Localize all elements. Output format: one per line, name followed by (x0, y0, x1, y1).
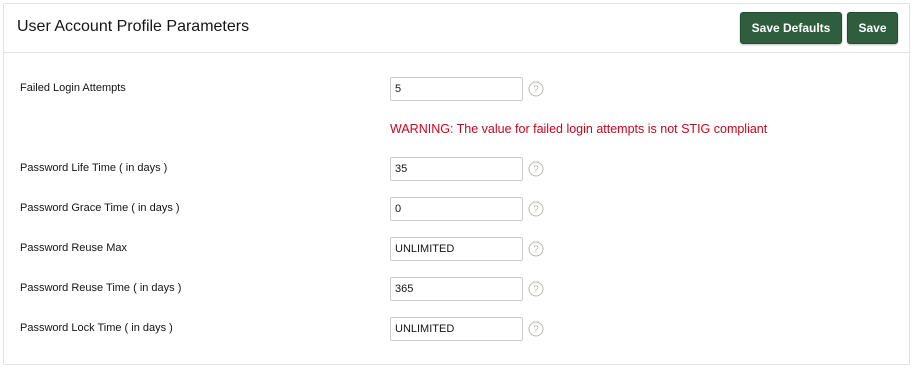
failed-login-attempts-input[interactable] (390, 77, 523, 101)
field-row-password-reuse-max: Password Reuse Max ? (4, 237, 909, 261)
failed-login-attempts-label: Failed Login Attempts (20, 82, 126, 94)
svg-text:?: ? (533, 165, 539, 176)
password-life-time-label: Password Life Time ( in days ) (20, 162, 168, 174)
password-reuse-time-label: Password Reuse Time ( in days ) (20, 282, 182, 294)
profile-parameters-panel: User Account Profile Parameters Save Def… (3, 3, 910, 365)
help-circle-icon[interactable]: ? (528, 201, 544, 217)
page-title: User Account Profile Parameters (17, 18, 250, 35)
svg-text:?: ? (533, 205, 539, 216)
help-circle-icon[interactable]: ? (528, 81, 544, 97)
field-row-password-lock-time: Password Lock Time ( in days ) ? (4, 317, 909, 341)
help-circle-icon[interactable]: ? (528, 321, 544, 337)
password-grace-time-label: Password Grace Time ( in days ) (20, 202, 180, 214)
password-reuse-max-input[interactable] (390, 237, 523, 261)
help-circle-icon[interactable]: ? (528, 281, 544, 297)
save-button[interactable]: Save (847, 12, 898, 44)
help-circle-icon[interactable]: ? (528, 161, 544, 177)
field-row-password-grace-time: Password Grace Time ( in days ) ? (4, 197, 909, 221)
password-lock-time-input[interactable] (390, 317, 523, 341)
password-reuse-time-input[interactable] (390, 277, 523, 301)
save-defaults-button[interactable]: Save Defaults (740, 12, 842, 44)
field-row-failed-login-attempts: Failed Login Attempts ? (4, 77, 909, 101)
password-lock-time-label: Password Lock Time ( in days ) (20, 322, 173, 334)
field-row-password-life-time: Password Life Time ( in days ) ? (4, 157, 909, 181)
panel-header: User Account Profile Parameters Save Def… (4, 4, 909, 53)
svg-text:?: ? (533, 325, 539, 336)
svg-text:?: ? (533, 285, 539, 296)
password-grace-time-input[interactable] (390, 197, 523, 221)
svg-text:?: ? (533, 245, 539, 256)
field-row-password-reuse-time: Password Reuse Time ( in days ) ? (4, 277, 909, 301)
stig-warning-message: WARNING: The value for failed login atte… (390, 122, 768, 136)
password-life-time-input[interactable] (390, 157, 523, 181)
help-circle-icon[interactable]: ? (528, 241, 544, 257)
svg-text:?: ? (533, 85, 539, 96)
password-reuse-max-label: Password Reuse Max (20, 242, 127, 254)
